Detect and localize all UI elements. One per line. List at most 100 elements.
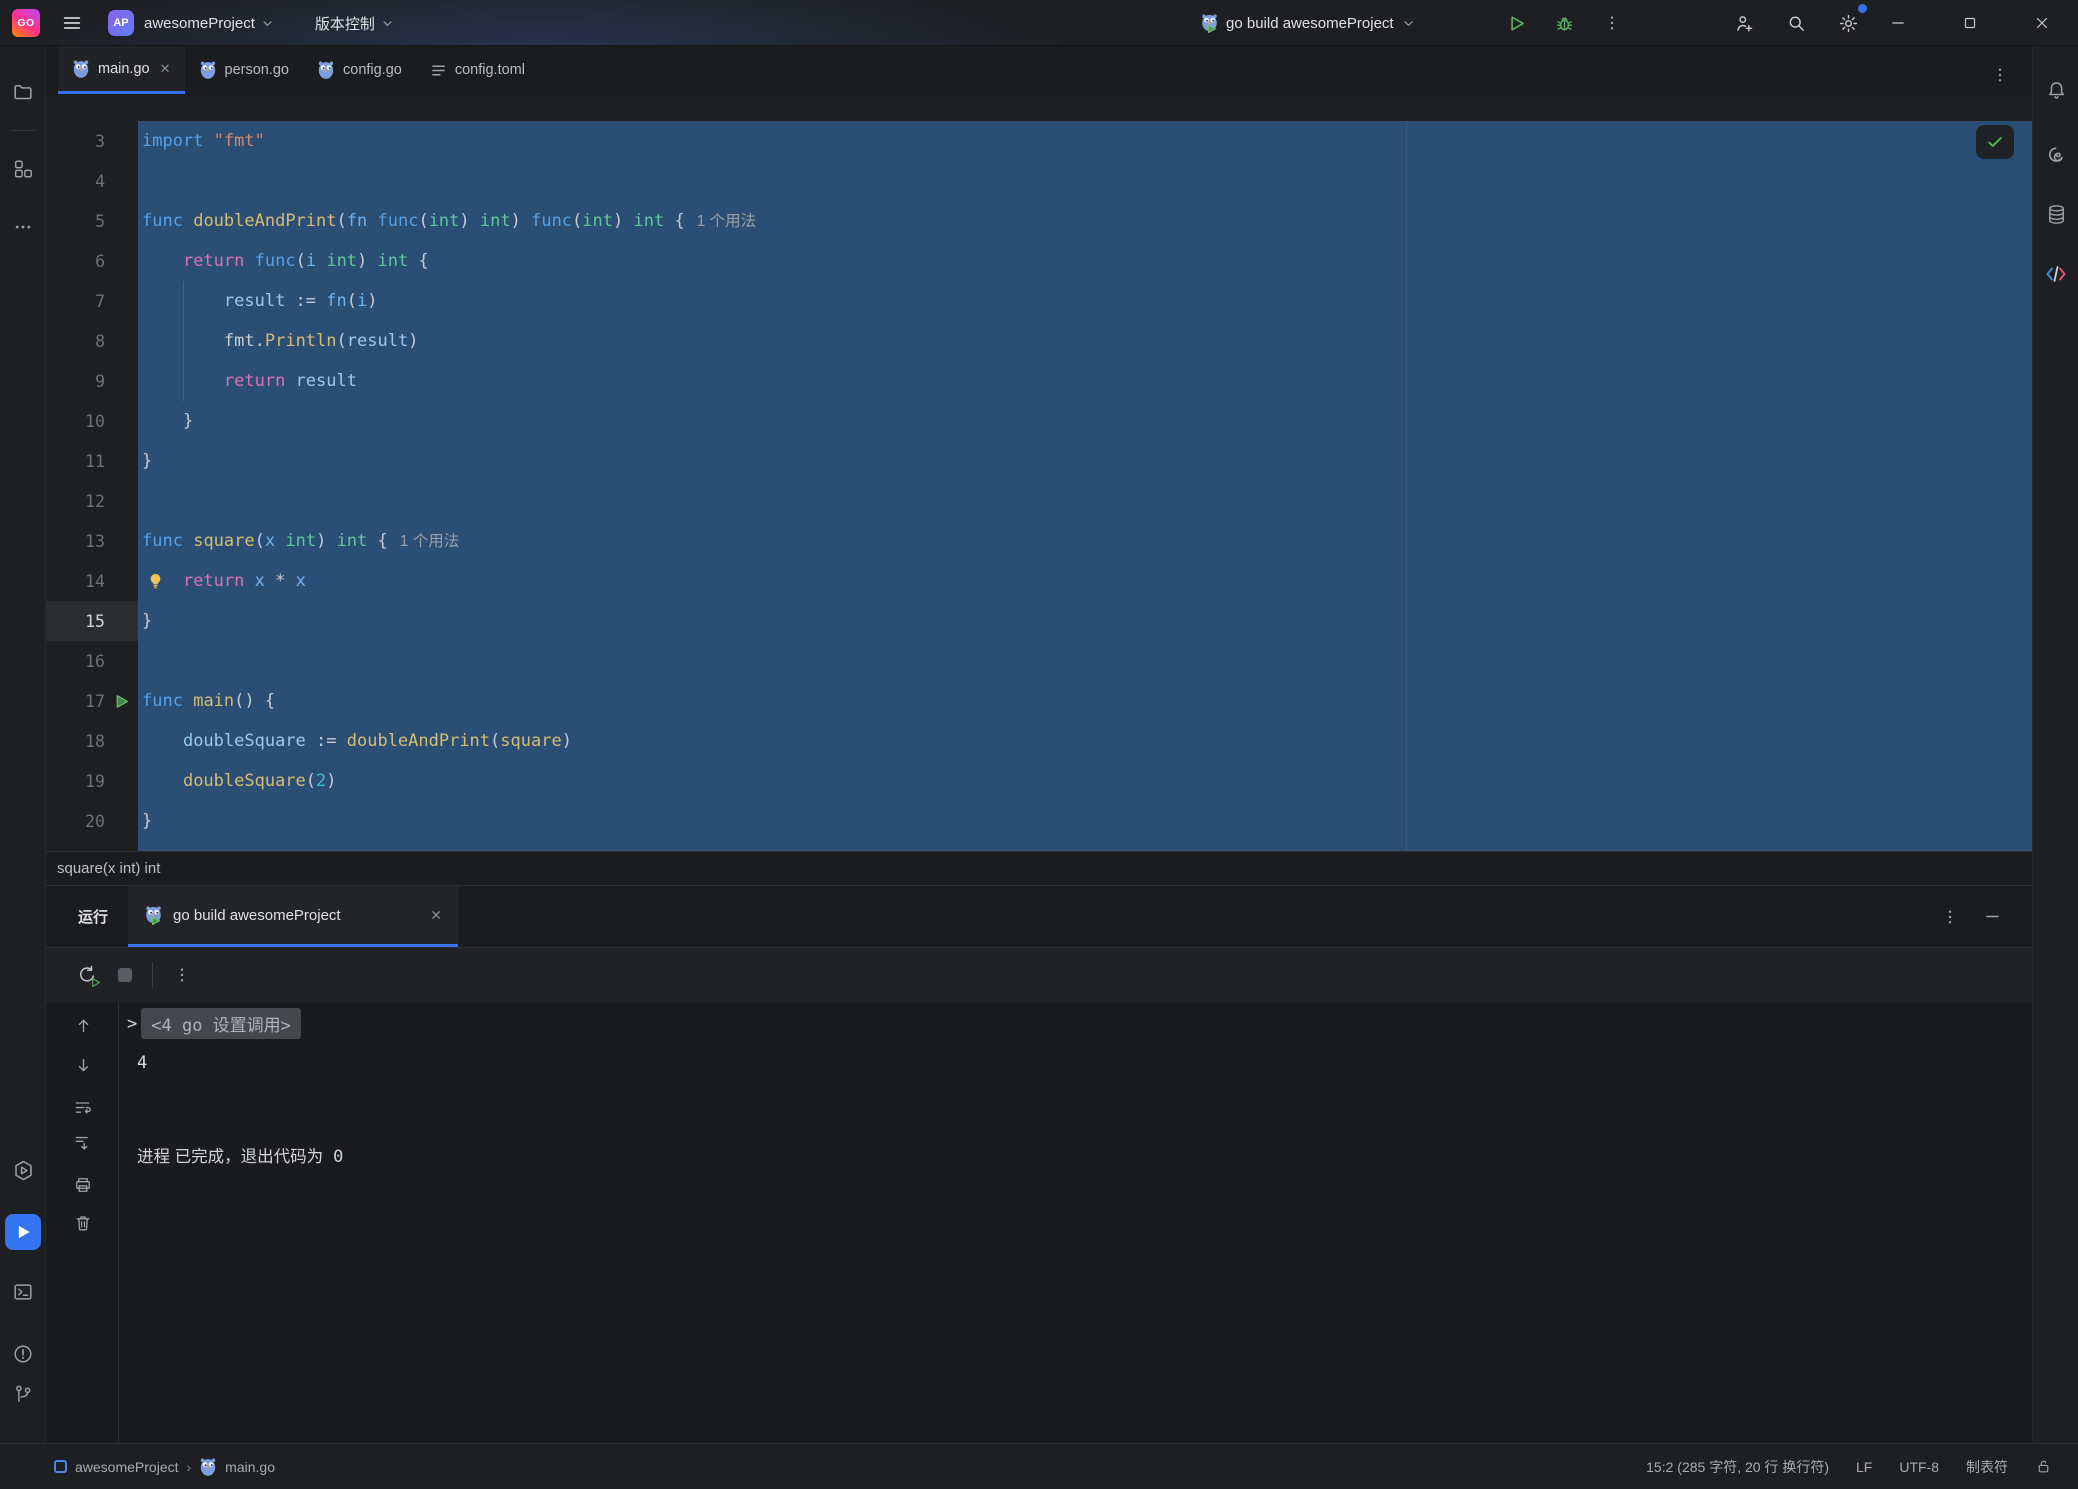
gutter[interactable]: 14 xyxy=(46,561,138,601)
gutter[interactable]: 7 xyxy=(46,281,138,321)
hide-panel-icon[interactable] xyxy=(1983,907,2002,926)
tab-config.go[interactable]: config.go xyxy=(303,46,416,94)
terminal-tool-icon[interactable] xyxy=(5,1274,41,1310)
stop-button[interactable] xyxy=(118,968,132,982)
run-tool-icon[interactable] xyxy=(5,1214,41,1250)
code-line[interactable]: result := fn(i) xyxy=(138,281,2032,321)
code-line[interactable]: import "fmt" xyxy=(138,121,2032,161)
database-icon[interactable] xyxy=(2038,196,2074,232)
code-line[interactable]: } xyxy=(138,401,2032,441)
problems-tool-icon[interactable] xyxy=(5,1336,41,1372)
run-console[interactable]: > <4 go 设置调用> 4 进程 已完成，退出代码为 0 xyxy=(46,1002,2032,1443)
intention-bulb-icon[interactable] xyxy=(146,571,165,591)
run-panel-options-icon[interactable] xyxy=(1941,908,1959,926)
run-panel-title[interactable]: 运行 xyxy=(78,886,108,947)
tab-config.toml[interactable]: config.toml xyxy=(416,46,539,94)
code-line[interactable]: func square(x int) int {1 个用法 xyxy=(138,521,2032,561)
gutter[interactable]: 15 xyxy=(46,601,138,641)
file-encoding[interactable]: UTF-8 xyxy=(1899,1459,1939,1475)
gutter[interactable]: 20 xyxy=(46,801,138,841)
code-line[interactable]: return func(i int) int { xyxy=(138,241,2032,281)
close-icon[interactable]: ✕ xyxy=(160,61,171,77)
usages-inlay-hint[interactable]: 1 个用法 xyxy=(400,533,459,550)
usages-inlay-hint[interactable]: 1 个用法 xyxy=(697,213,756,230)
code-line[interactable]: func doubleAndPrint(fn func(int) int) fu… xyxy=(138,201,2032,241)
console-more-icon[interactable] xyxy=(173,966,191,984)
gutter[interactable]: 3 xyxy=(46,121,138,161)
lock-icon[interactable] xyxy=(2035,1458,2052,1475)
code-line[interactable]: } xyxy=(138,601,2032,641)
code-line[interactable]: return result xyxy=(138,361,2032,401)
code-line[interactable] xyxy=(138,161,2032,201)
code-editor[interactable]: 3import "fmt"45func doubleAndPrint(fn fu… xyxy=(46,95,2032,851)
code-with-me-icon[interactable] xyxy=(1728,7,1760,39)
structure-tool-icon[interactable] xyxy=(5,151,41,187)
services-tool-icon[interactable] xyxy=(5,1152,41,1188)
gutter[interactable]: 4 xyxy=(46,161,138,201)
run-config-selector[interactable]: go build awesomeProject xyxy=(1196,7,1420,39)
endpoints-icon[interactable] xyxy=(2038,256,2074,292)
settings-icon[interactable] xyxy=(1832,7,1864,39)
debug-button[interactable] xyxy=(1548,7,1580,39)
code-line[interactable]: fmt.Println(result) xyxy=(138,321,2032,361)
code-line[interactable]: } xyxy=(138,801,2032,841)
indent-style[interactable]: 制表符 xyxy=(1966,1457,2008,1477)
soft-wrap-icon[interactable] xyxy=(72,1097,94,1119)
inspections-widget[interactable] xyxy=(1976,125,2014,159)
caret-position[interactable]: 15:2 (285 字符, 20 行 换行符) xyxy=(1646,1457,1829,1477)
gutter[interactable]: 18 xyxy=(46,721,138,761)
breadcrumb-module[interactable]: awesomeProject xyxy=(75,1459,179,1475)
code-line[interactable]: func main() { xyxy=(138,681,2032,721)
rerun-button[interactable] xyxy=(76,964,98,986)
close-icon[interactable]: ✕ xyxy=(430,907,442,924)
tab-person.go[interactable]: person.go xyxy=(185,46,304,94)
line-number: 12 xyxy=(46,492,105,511)
notifications-icon[interactable] xyxy=(2038,72,2074,108)
gutter[interactable]: 19 xyxy=(46,761,138,801)
maximize-button[interactable] xyxy=(1934,0,2006,46)
check-icon xyxy=(1985,132,2005,152)
tab-options-icon[interactable] xyxy=(1984,59,2016,91)
breadcrumb-file[interactable]: main.go xyxy=(225,1459,275,1475)
scroll-to-end-icon[interactable] xyxy=(72,1132,94,1154)
tab-main.go[interactable]: main.go✕ xyxy=(58,46,185,94)
print-icon[interactable] xyxy=(72,1174,94,1196)
gutter[interactable]: 12 xyxy=(46,481,138,521)
more-actions-icon[interactable] xyxy=(1596,7,1628,39)
gutter[interactable]: 17 xyxy=(46,681,138,721)
gutter[interactable]: 9 xyxy=(46,361,138,401)
more-tools-icon[interactable] xyxy=(5,209,41,245)
line-ending[interactable]: LF xyxy=(1856,1459,1872,1475)
gutter[interactable]: 16 xyxy=(46,641,138,681)
close-button[interactable] xyxy=(2006,0,2078,46)
run-tab[interactable]: go build awesomeProject ✕ xyxy=(128,886,458,947)
project-tool-icon[interactable] xyxy=(5,74,41,110)
code-line[interactable]: return x * x xyxy=(138,561,2032,601)
down-arrow-icon[interactable] xyxy=(72,1054,94,1076)
code-line[interactable] xyxy=(138,641,2032,681)
hamburger-menu-icon[interactable] xyxy=(56,7,88,39)
ai-assistant-icon[interactable] xyxy=(2038,136,2074,172)
run-button[interactable] xyxy=(1500,7,1532,39)
gutter[interactable]: 8 xyxy=(46,321,138,361)
gutter[interactable]: 5 xyxy=(46,201,138,241)
version-control-tool-icon[interactable] xyxy=(5,1376,41,1412)
search-icon[interactable] xyxy=(1780,7,1812,39)
run-tool-window: 运行 go build awesomeProject ✕ xyxy=(46,886,2032,1443)
up-arrow-icon[interactable] xyxy=(72,1014,94,1036)
run-line-icon[interactable] xyxy=(105,693,138,710)
gutter[interactable]: 6 xyxy=(46,241,138,281)
project-selector[interactable]: awesomeProject xyxy=(138,7,281,39)
code-line[interactable]: } xyxy=(138,441,2032,481)
minimize-button[interactable] xyxy=(1862,0,1934,46)
folded-setup-calls-chip[interactable]: <4 go 设置调用> xyxy=(141,1008,301,1039)
code-line[interactable] xyxy=(138,481,2032,521)
gutter[interactable]: 11 xyxy=(46,441,138,481)
gutter[interactable]: 13 xyxy=(46,521,138,561)
editor-tabbar: main.go✕person.goconfig.goconfig.toml xyxy=(46,46,2032,95)
code-line[interactable]: doubleSquare(2) xyxy=(138,761,2032,801)
vcs-menu[interactable]: 版本控制 xyxy=(309,7,401,39)
clear-console-icon[interactable] xyxy=(72,1212,94,1234)
code-line[interactable]: doubleSquare := doubleAndPrint(square) xyxy=(138,721,2032,761)
gutter[interactable]: 10 xyxy=(46,401,138,441)
